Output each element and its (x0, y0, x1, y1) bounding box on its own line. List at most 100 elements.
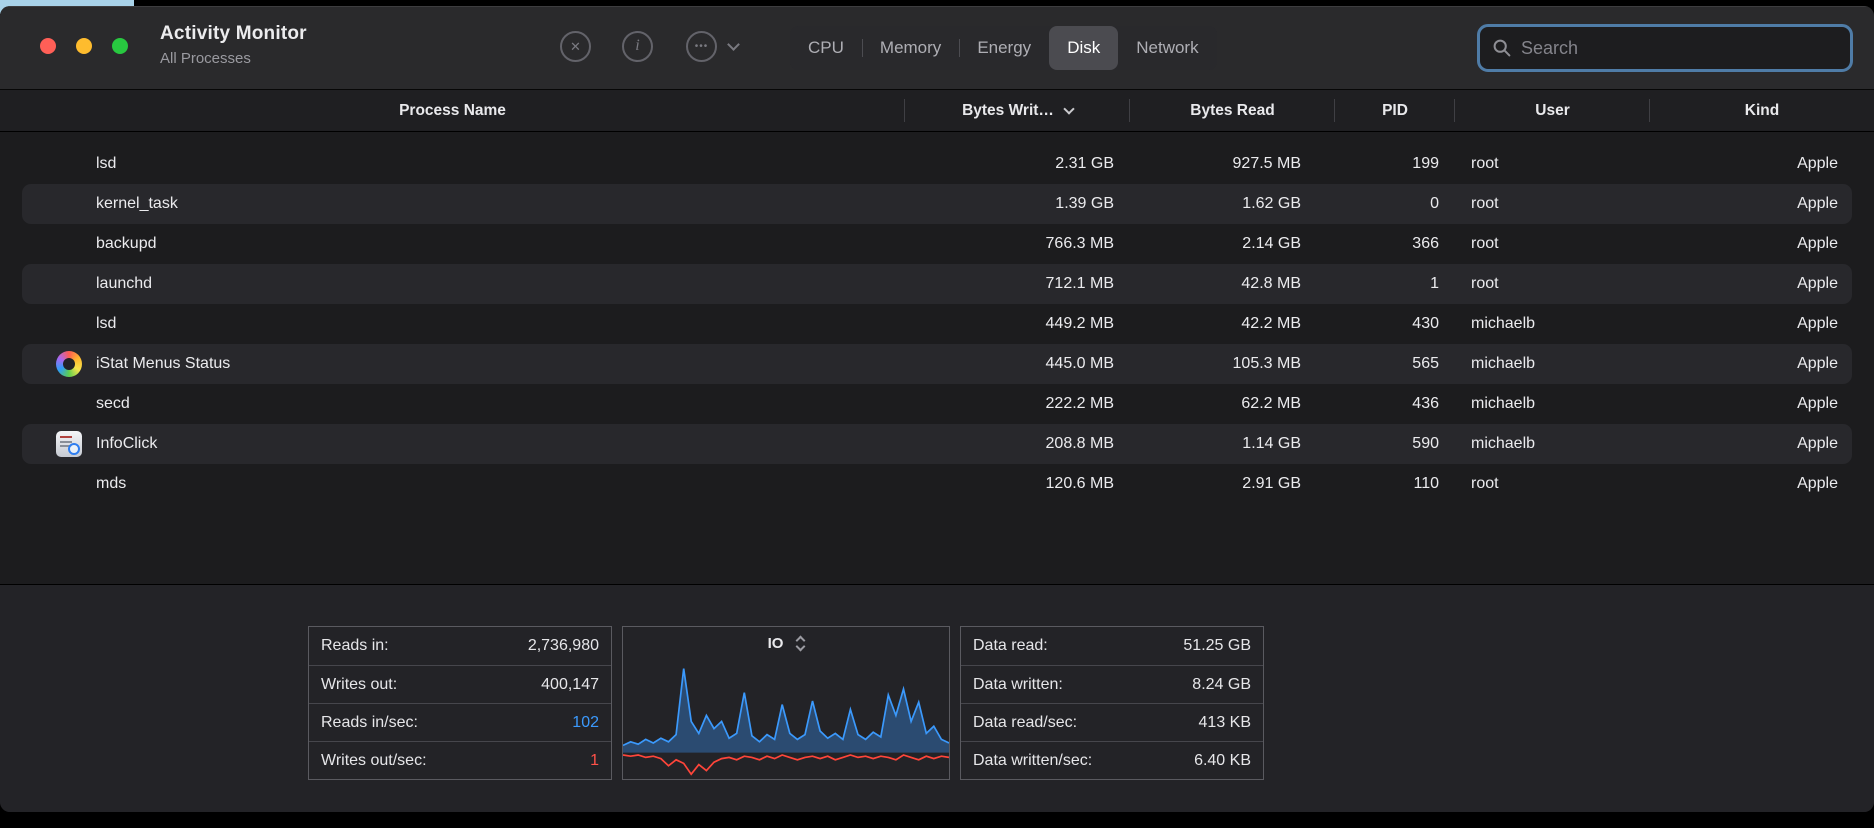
quit-process-button[interactable]: ✕ (560, 31, 591, 62)
stat-value: 1 (590, 752, 599, 770)
process-table: lsd 2.31 GB 927.5 MB 199 root Apple kern… (0, 132, 1874, 584)
stat-row: Reads in/sec: 102 (309, 703, 611, 741)
cell-user: michaelb (1455, 424, 1650, 464)
table-header: Process Name Bytes Writ… Bytes Read PID … (0, 90, 1874, 132)
column-label: Process Name (399, 102, 506, 120)
cell-bytes-written: 120.6 MB (905, 464, 1130, 504)
process-name-label: InfoClick (96, 435, 157, 453)
chart-title-row: IO (623, 627, 949, 659)
cell-bytes-read: 1.14 GB (1130, 424, 1335, 464)
cell-pid: 110 (1335, 464, 1455, 504)
cell-process-name: lsd (0, 304, 905, 344)
io-counts-box: Reads in: 2,736,980 Writes out: 400,147 … (308, 626, 612, 780)
stat-value: 413 KB (1199, 714, 1251, 732)
table-row[interactable]: backupd 766.3 MB 2.14 GB 366 root Apple (0, 224, 1874, 264)
cell-user: michaelb (1455, 304, 1650, 344)
cell-bytes-read: 42.2 MB (1130, 304, 1335, 344)
app-icon-blank (56, 471, 82, 497)
stat-value: 8.24 GB (1192, 676, 1251, 694)
cell-bytes-read: 62.2 MB (1130, 384, 1335, 424)
column-label: Bytes Read (1190, 102, 1274, 120)
cell-pid: 590 (1335, 424, 1455, 464)
cell-kind: Apple (1650, 144, 1874, 184)
titlebar-toolbar: Activity Monitor All Processes ✕ i ••• C… (0, 6, 1874, 90)
segment-network[interactable]: Network (1118, 26, 1216, 70)
column-process-name[interactable]: Process Name (0, 90, 905, 131)
stat-row: Reads in: 2,736,980 (309, 627, 611, 665)
segment-disk[interactable]: Disk (1049, 26, 1118, 70)
chevron-down-icon (727, 38, 740, 51)
cell-bytes-written: 445.0 MB (905, 344, 1130, 384)
io-chart-svg (623, 659, 949, 779)
more-options-button[interactable]: ••• (686, 31, 738, 62)
process-name-label: kernel_task (96, 195, 178, 213)
app-subtitle: All Processes (160, 50, 307, 67)
table-row[interactable]: InfoClick 208.8 MB 1.14 GB 590 michaelb … (0, 424, 1874, 464)
inspect-process-button[interactable]: i (622, 31, 653, 62)
column-user[interactable]: User (1455, 90, 1650, 131)
cell-bytes-written: 766.3 MB (905, 224, 1130, 264)
process-name-label: lsd (96, 315, 116, 333)
cell-process-name: backupd (0, 224, 905, 264)
table-row[interactable]: lsd 2.31 GB 927.5 MB 199 root Apple (0, 144, 1874, 184)
app-title: Activity Monitor (160, 23, 307, 45)
table-row[interactable]: mds 120.6 MB 2.91 GB 110 root Apple (0, 464, 1874, 504)
stat-value: 6.40 KB (1194, 752, 1251, 770)
stat-label: Writes out: (321, 676, 397, 694)
close-window-button[interactable] (40, 38, 56, 54)
cell-bytes-written: 1.39 GB (905, 184, 1130, 224)
stat-label: Data read/sec: (973, 714, 1077, 732)
cell-process-name: InfoClick (0, 424, 905, 464)
stat-value: 2,736,980 (528, 637, 599, 655)
cell-bytes-written: 712.1 MB (905, 264, 1130, 304)
cell-pid: 430 (1335, 304, 1455, 344)
column-label: Kind (1745, 102, 1779, 120)
data-totals-box: Data read: 51.25 GB Data written: 8.24 G… (960, 626, 1264, 780)
zoom-window-button[interactable] (112, 38, 128, 54)
stat-value: 51.25 GB (1183, 637, 1251, 655)
cell-bytes-written: 449.2 MB (905, 304, 1130, 344)
segment-memory[interactable]: Memory (862, 26, 959, 70)
cell-user: root (1455, 464, 1650, 504)
column-bytes-read[interactable]: Bytes Read (1130, 90, 1335, 131)
table-row[interactable]: launchd 712.1 MB 42.8 MB 1 root Apple (0, 264, 1874, 304)
cell-process-name: mds (0, 464, 905, 504)
cell-bytes-read: 927.5 MB (1130, 144, 1335, 184)
cell-user: root (1455, 264, 1650, 304)
chart-selector-icon[interactable] (797, 637, 804, 650)
cell-bytes-read: 2.91 GB (1130, 464, 1335, 504)
cell-pid: 436 (1335, 384, 1455, 424)
stop-x-icon: ✕ (560, 31, 591, 62)
stat-row: Data read: 51.25 GB (961, 627, 1263, 665)
cell-pid: 0 (1335, 184, 1455, 224)
cell-user: root (1455, 184, 1650, 224)
table-row[interactable]: kernel_task 1.39 GB 1.62 GB 0 root Apple (0, 184, 1874, 224)
minimize-window-button[interactable] (76, 38, 92, 54)
cell-pid: 565 (1335, 344, 1455, 384)
search-field[interactable] (1477, 24, 1853, 72)
cell-kind: Apple (1650, 464, 1874, 504)
stat-label: Data written: (973, 676, 1063, 694)
cell-kind: Apple (1650, 424, 1874, 464)
cell-user: root (1455, 224, 1650, 264)
activity-monitor-window: Activity Monitor All Processes ✕ i ••• C… (0, 6, 1874, 812)
bottom-pane: Reads in: 2,736,980 Writes out: 400,147 … (0, 584, 1874, 812)
stat-label: Reads in: (321, 637, 389, 655)
table-row[interactable]: lsd 449.2 MB 42.2 MB 430 michaelb Apple (0, 304, 1874, 344)
table-row[interactable]: secd 222.2 MB 62.2 MB 436 michaelb Apple (0, 384, 1874, 424)
app-icon-blank (56, 231, 82, 257)
segment-cpu[interactable]: CPU (790, 26, 862, 70)
segment-energy[interactable]: Energy (959, 26, 1049, 70)
stat-value: 102 (572, 714, 599, 732)
table-row[interactable]: iStat Menus Status 445.0 MB 105.3 MB 565… (0, 344, 1874, 384)
cell-user: michaelb (1455, 384, 1650, 424)
app-icon-blank (56, 151, 82, 177)
column-bytes-written[interactable]: Bytes Writ… (905, 90, 1130, 131)
process-name-label: lsd (96, 155, 116, 173)
stat-label: Data written/sec: (973, 752, 1092, 770)
cell-process-name: lsd (0, 144, 905, 184)
cell-kind: Apple (1650, 264, 1874, 304)
column-pid[interactable]: PID (1335, 90, 1455, 131)
search-input[interactable] (1521, 38, 1838, 59)
column-kind[interactable]: Kind (1650, 90, 1874, 131)
